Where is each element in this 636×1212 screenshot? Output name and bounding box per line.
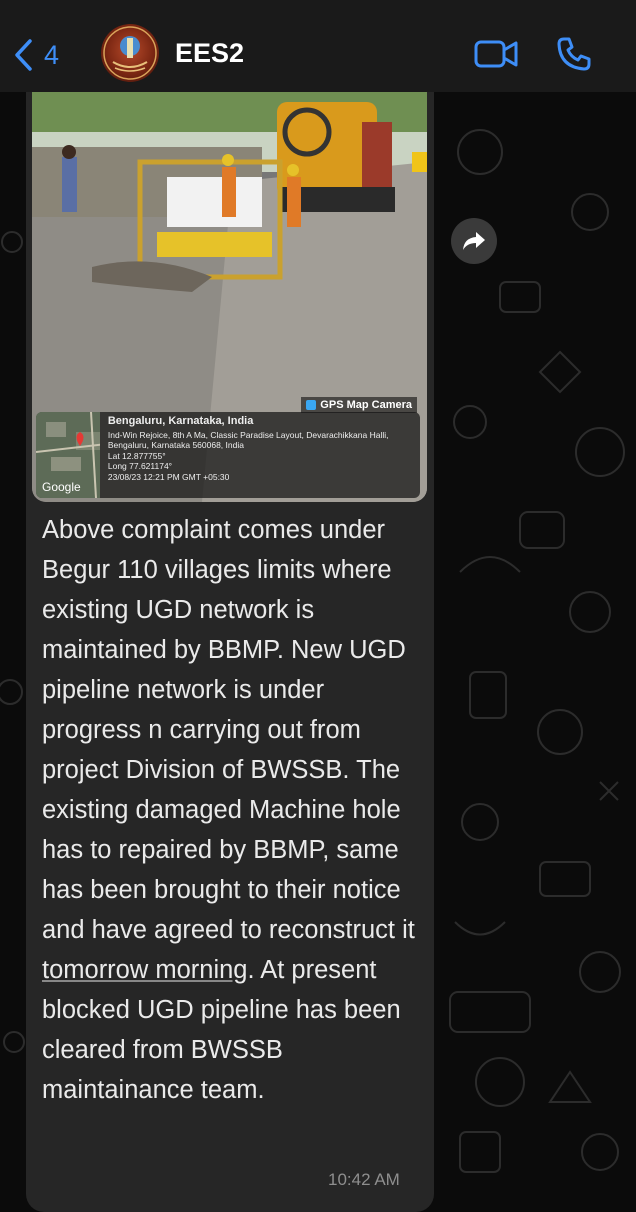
gps-camera-tag: GPS Map Camera	[301, 397, 417, 413]
gps-details: Bengaluru, Karnataka, India Ind-Win Rejo…	[100, 412, 420, 498]
message-text: Above complaint comes under Begur 110 vi…	[42, 510, 427, 1110]
chat-header: 4 EES2	[0, 0, 636, 92]
date-link[interactable]: tomorrow morning	[42, 956, 247, 984]
gps-datetime: 23/08/23 12:21 PM GMT +05:30	[107, 471, 230, 482]
avatar[interactable]	[101, 24, 159, 82]
message-time: 10:42 AM	[328, 1170, 400, 1189]
forward-button[interactable]	[451, 218, 497, 264]
message-bubble[interactable]: GPS Map Camera Google Bengaluru, Karnata…	[26, 92, 434, 1212]
chat-title[interactable]: EES2	[175, 38, 244, 69]
phone-icon	[557, 37, 591, 71]
voice-call-button[interactable]	[556, 36, 592, 77]
video-camera-icon	[474, 40, 518, 68]
gps-long: Long 77.621174°	[107, 461, 173, 471]
unread-count: 4	[44, 39, 60, 70]
message-text-part1: Above complaint comes under Begur 110 vi…	[42, 516, 415, 944]
gps-mini-map: Google	[36, 412, 100, 498]
gps-address: Ind-Win Rejoice, 8th A Ma, Classic Parad…	[107, 429, 389, 451]
message-photo[interactable]: GPS Map Camera Google Bengaluru, Karnata…	[32, 92, 427, 502]
gps-tag-label: GPS Map Camera	[320, 399, 412, 411]
forward-arrow-icon	[463, 232, 485, 250]
gps-lat: Lat 12.877755°	[107, 450, 166, 461]
back-button[interactable]: 4	[12, 38, 59, 72]
chevron-left-icon	[15, 39, 32, 71]
gps-logo-icon	[306, 400, 317, 410]
google-label: Google	[42, 480, 81, 494]
video-call-button[interactable]	[474, 38, 518, 75]
gps-city: Bengaluru, Karnataka, India	[107, 415, 254, 427]
gps-info-card: Google Bengaluru, Karnataka, India Ind-W…	[36, 412, 420, 498]
